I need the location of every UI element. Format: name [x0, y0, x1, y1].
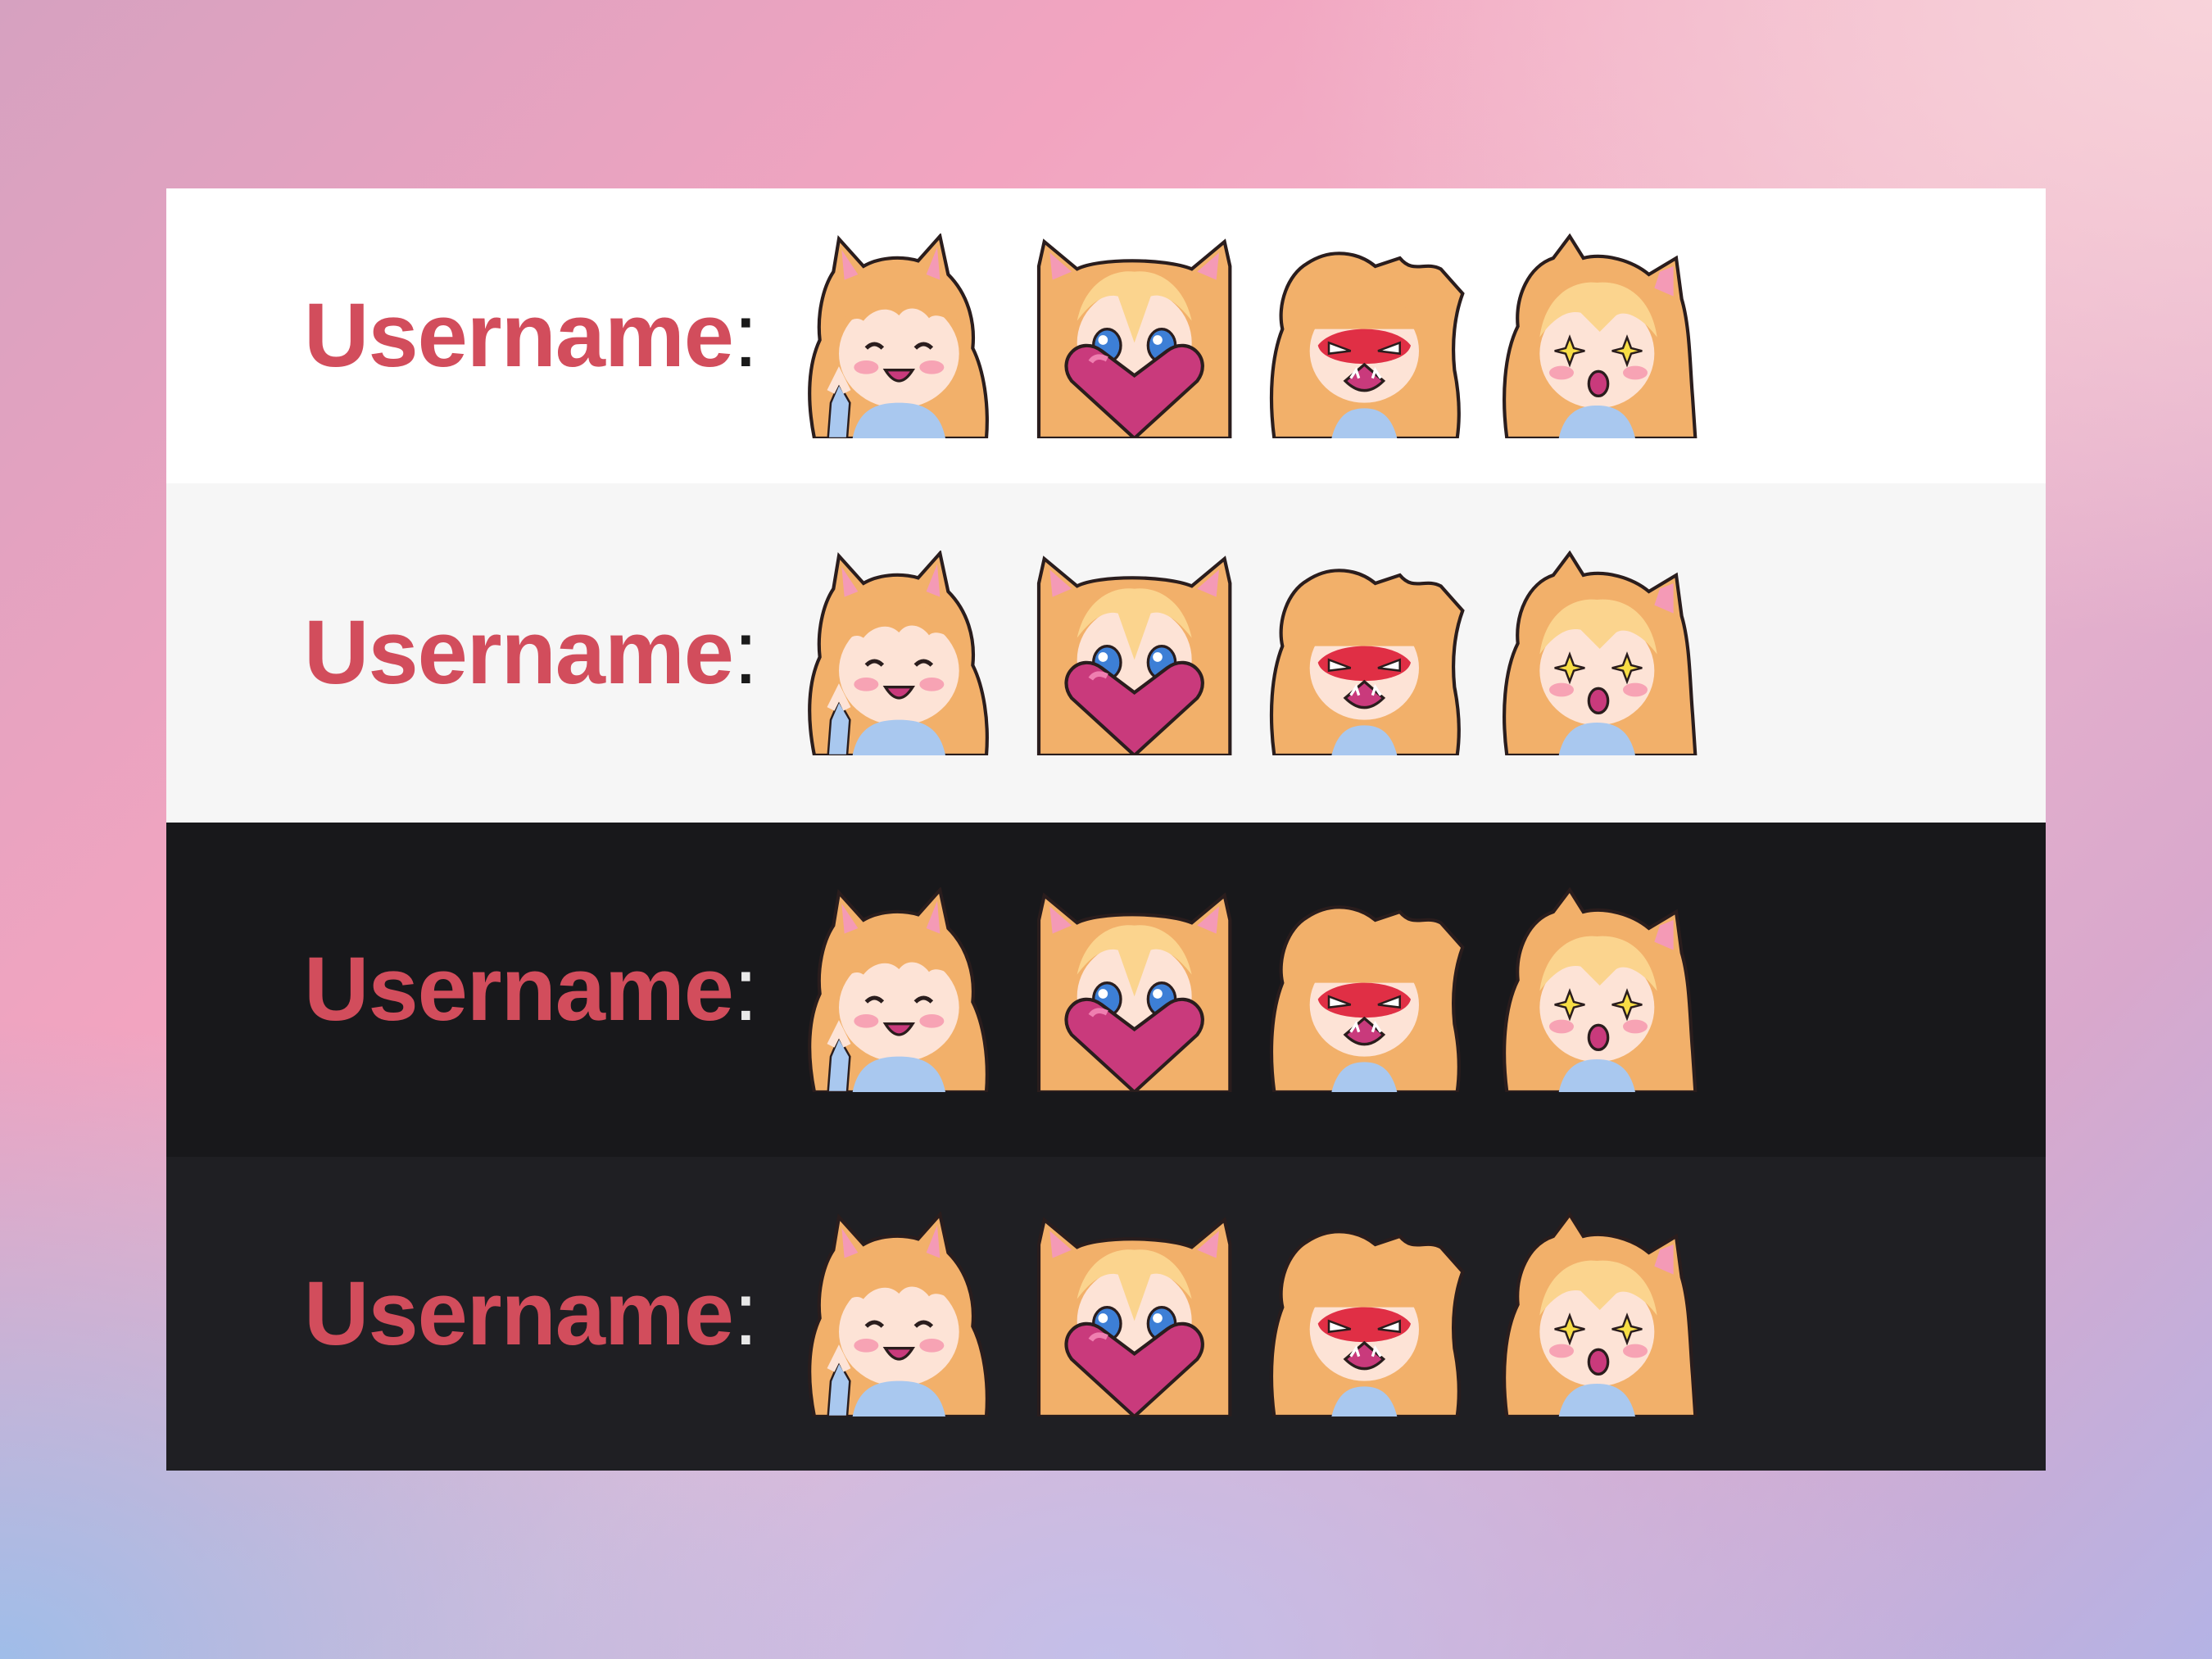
chat-row-white: Username: — [166, 188, 2046, 483]
cat-girl-heart-emote — [1027, 551, 1239, 755]
username-colon: : — [732, 285, 759, 386]
username-colon: : — [732, 939, 759, 1040]
cat-girl-starstruck-emote — [1493, 233, 1704, 438]
chat-username-line: Username: — [304, 1268, 759, 1359]
cat-girl-rage-emote — [1260, 1212, 1471, 1416]
emote-strip — [795, 1212, 1704, 1416]
cat-girl-wave-emote — [795, 233, 1006, 438]
cat-girl-heart-emote — [1027, 1212, 1239, 1416]
cat-girl-starstruck-emote — [1493, 887, 1704, 1092]
chat-preview-panel: Username: Username: Username: Username: — [166, 188, 2046, 1471]
chat-row-light-gray: Username: — [166, 483, 2046, 823]
username-colon: : — [732, 602, 759, 703]
cat-girl-rage-emote — [1260, 233, 1471, 438]
chat-row-black: Username: — [166, 823, 2046, 1157]
cat-girl-starstruck-emote — [1493, 1212, 1704, 1416]
cat-girl-rage-emote — [1260, 551, 1471, 755]
chat-username-line: Username: — [304, 291, 759, 381]
emote-strip — [795, 233, 1704, 438]
cat-girl-rage-emote — [1260, 887, 1471, 1092]
username-label: Username — [304, 602, 734, 703]
emote-strip — [795, 887, 1704, 1092]
username-colon: : — [732, 1262, 759, 1364]
username-label: Username — [304, 1262, 734, 1364]
chat-username-line: Username: — [304, 945, 759, 1035]
chat-username-line: Username: — [304, 608, 759, 698]
chat-row-dark-gray: Username: — [166, 1157, 2046, 1471]
cat-girl-starstruck-emote — [1493, 551, 1704, 755]
cat-girl-wave-emote — [795, 1212, 1006, 1416]
username-label: Username — [304, 939, 734, 1040]
cat-girl-heart-emote — [1027, 887, 1239, 1092]
cat-girl-heart-emote — [1027, 233, 1239, 438]
cat-girl-wave-emote — [795, 551, 1006, 755]
username-label: Username — [304, 285, 734, 386]
cat-girl-wave-emote — [795, 887, 1006, 1092]
emote-strip — [795, 551, 1704, 755]
